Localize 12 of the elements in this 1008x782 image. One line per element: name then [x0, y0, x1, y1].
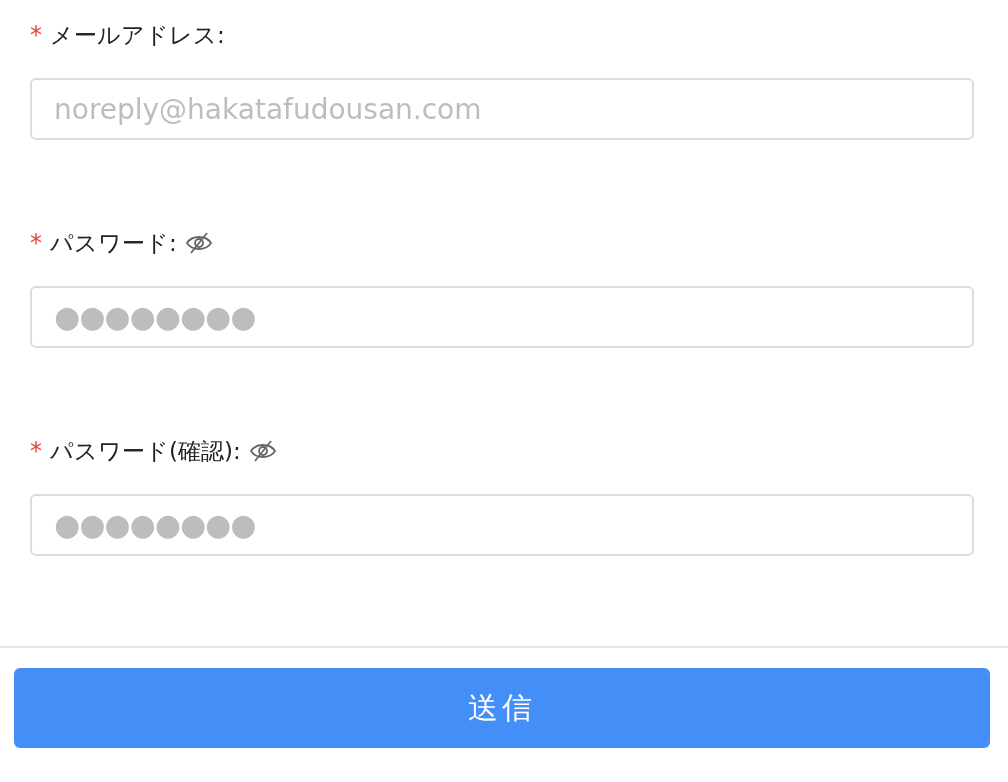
password-field[interactable]: ●●●●●●●● — [30, 494, 974, 556]
field-label: パスワード: — [50, 228, 177, 258]
field-label: パスワード(確認): — [50, 436, 241, 466]
field-label: メールアドレス: — [50, 20, 225, 50]
required-marker: * — [30, 21, 42, 49]
email-field[interactable]: noreply@hakatafudousan.com — [30, 78, 974, 140]
required-marker: * — [30, 229, 42, 257]
eye-slash-icon[interactable] — [248, 439, 277, 463]
required-marker: * — [30, 437, 42, 465]
eye-slash-icon[interactable] — [184, 231, 213, 255]
password-field[interactable]: ●●●●●●●● — [30, 286, 974, 348]
submit-button[interactable]: 送信 — [14, 668, 990, 748]
